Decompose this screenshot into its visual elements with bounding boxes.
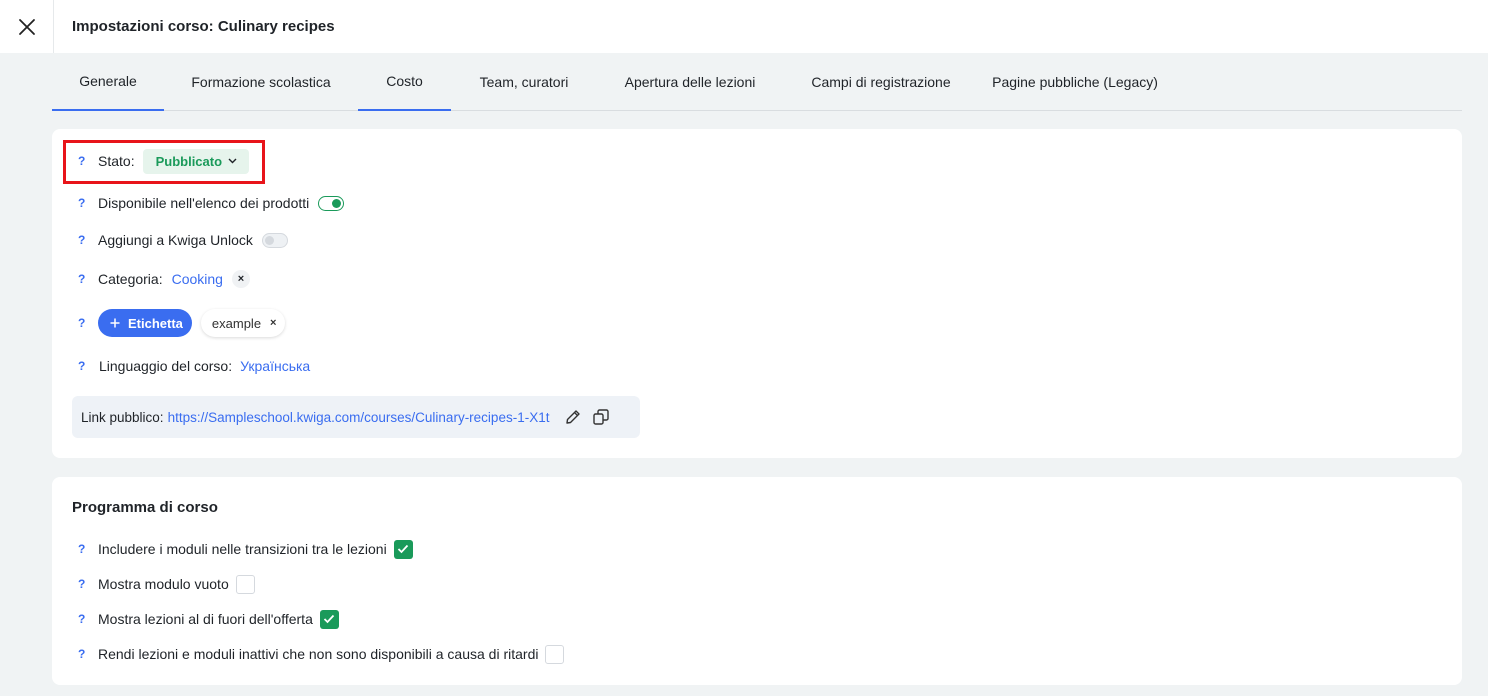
help-icon[interactable]: ? [78, 647, 96, 661]
available-label: Disponibile nell'elenco dei prodotti [98, 195, 310, 211]
tab-pagine-pubbliche[interactable]: Pagine pubbliche (Legacy) [980, 53, 1170, 111]
public-link-label: Link pubblico: [81, 409, 164, 425]
program-option-label: Mostra modulo vuoto [98, 576, 229, 592]
unlock-label: Aggiungi a Kwiga Unlock [98, 232, 253, 248]
category-row: ? Categoria: Cooking × [72, 267, 250, 291]
tag-chip: example × [200, 309, 286, 337]
help-icon[interactable]: ? [78, 233, 96, 247]
help-icon[interactable]: ? [78, 542, 96, 556]
edit-link-button[interactable] [562, 406, 584, 428]
language-row: ? Linguaggio del corso: Українська [72, 354, 310, 378]
language-label: Linguaggio del corso: [99, 358, 233, 374]
program-option-label: Mostra lezioni al di fuori dell'offerta [98, 611, 313, 627]
help-icon[interactable]: ? [78, 359, 96, 373]
program-option-row: ? Includere i moduli nelle transizioni t… [72, 537, 413, 561]
include-modules-checkbox[interactable] [393, 539, 413, 559]
program-option-row: ? Rendi lezioni e moduli inattivi che no… [72, 642, 565, 666]
program-option-label: Rendi lezioni e moduli inattivi che non … [98, 646, 539, 662]
available-toggle[interactable] [318, 195, 345, 211]
unlock-toggle[interactable] [261, 232, 288, 248]
add-tag-label: Etichetta [128, 315, 183, 331]
available-row: ? Disponibile nell'elenco dei prodotti [72, 191, 345, 215]
add-tag-button[interactable]: Etichetta [98, 309, 192, 337]
checkmark-icon [398, 544, 409, 554]
page-title: Impostazioni corso: Culinary recipes [72, 18, 335, 35]
category-link[interactable]: Cooking [172, 271, 223, 287]
program-option-row: ? Mostra lezioni al di fuori dell'offert… [72, 607, 339, 631]
header-bar: Impostazioni corso: Culinary recipes [0, 0, 1488, 53]
tab-apertura-lezioni[interactable]: Apertura delle lezioni [598, 53, 782, 111]
close-icon [18, 18, 35, 35]
help-icon[interactable]: ? [78, 612, 96, 626]
program-option-label: Includere i moduli nelle transizioni tra… [98, 541, 387, 557]
tab-formazione-scolastica[interactable]: Formazione scolastica [172, 53, 350, 111]
tag-label: example [211, 315, 262, 331]
copy-link-button[interactable] [590, 406, 612, 428]
tab-campi-registrazione[interactable]: Campi di registrazione [790, 53, 972, 111]
status-highlight-box [63, 140, 265, 184]
program-option-row: ? Mostra modulo vuoto [72, 572, 255, 596]
close-button[interactable] [0, 0, 54, 53]
plus-icon [110, 318, 120, 328]
help-icon[interactable]: ? [78, 316, 96, 330]
show-lessons-outside-offer-checkbox[interactable] [319, 609, 339, 629]
tab-generale[interactable]: Generale [52, 53, 164, 111]
remove-category-icon[interactable]: × [231, 270, 250, 288]
copy-icon [593, 409, 610, 425]
help-icon[interactable]: ? [78, 577, 96, 591]
program-title: Programma di corso [72, 499, 218, 516]
language-link[interactable]: Українська [240, 358, 310, 374]
category-label: Categoria: [98, 271, 163, 287]
inactive-delayed-checkbox[interactable] [545, 644, 565, 664]
program-card: Programma di corso ? Includere i moduli … [52, 477, 1462, 685]
tags-row: ? Etichetta example × [72, 309, 286, 337]
help-icon[interactable]: ? [78, 196, 96, 210]
pencil-icon [566, 410, 581, 424]
public-link-url[interactable]: https://Sampleschool.kwiga.com/courses/C… [168, 410, 550, 425]
tab-costo[interactable]: Costo [358, 53, 451, 111]
remove-tag-icon[interactable]: × [270, 317, 276, 329]
public-link-box: Link pubblico: https://Sampleschool.kwig… [72, 396, 640, 438]
tab-team-curatori[interactable]: Team, curatori [458, 53, 590, 111]
show-empty-module-checkbox[interactable] [235, 574, 255, 594]
checkmark-icon [324, 614, 335, 624]
tab-bar: Generale Formazione scolastica Costo Tea… [52, 53, 1462, 111]
help-icon[interactable]: ? [78, 272, 96, 286]
unlock-row: ? Aggiungi a Kwiga Unlock [72, 228, 288, 252]
